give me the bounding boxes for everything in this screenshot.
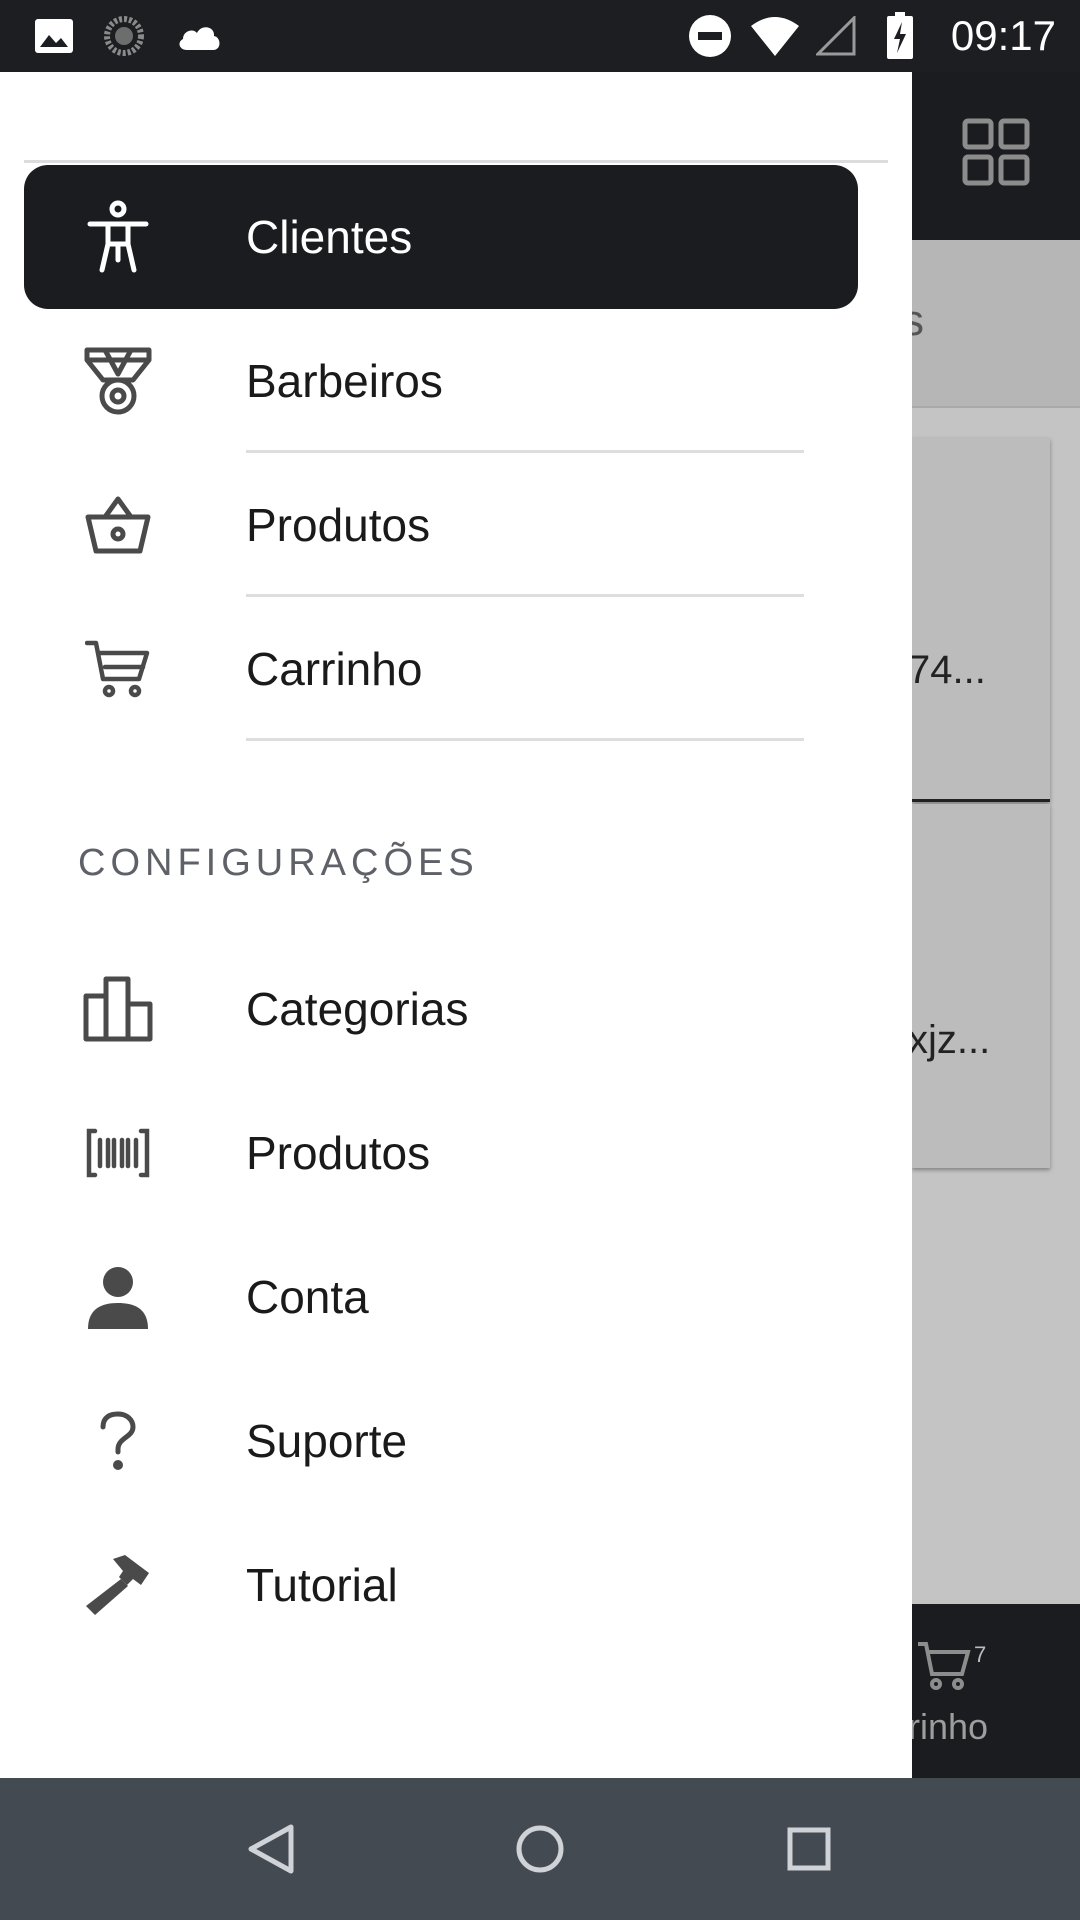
drawer-item-categorias[interactable]: Categorias <box>24 937 858 1081</box>
drawer-item-label: Tutorial <box>246 1559 398 1611</box>
tab-bar <box>912 240 1080 408</box>
drawer-item-label: Produtos <box>246 499 431 551</box>
person-icon <box>78 1261 158 1333</box>
medal-icon <box>78 345 158 417</box>
grid-view-icon[interactable] <box>962 118 1030 186</box>
drawer-item-label: Carrinho <box>246 643 423 695</box>
cart-icon[interactable] <box>916 1640 972 1692</box>
card-text: xjz... <box>908 1018 991 1062</box>
cart-badge: 7 <box>974 1642 987 1667</box>
drawer-item-suporte[interactable]: Suporte <box>24 1369 858 1513</box>
navigation-drawer: Clientes Barbeiros Produtos Carrinho CON… <box>0 72 912 1778</box>
section-header-configuracoes: CONFIGURAÇÕES <box>78 842 479 884</box>
list-card[interactable] <box>912 804 1050 1168</box>
wifi-icon <box>748 14 802 58</box>
drawer-item-label: Suporte <box>246 1415 408 1467</box>
signal-icon <box>814 14 858 58</box>
list-card[interactable] <box>912 438 1050 802</box>
hammer-icon <box>78 1549 158 1621</box>
status-bar: 09:17 <box>0 0 1080 72</box>
drawer-item-tutorial[interactable]: Tutorial <box>24 1513 858 1657</box>
drawer-item-label: Produtos <box>246 1127 431 1179</box>
home-icon[interactable] <box>497 1806 583 1892</box>
cart-icon <box>78 633 158 705</box>
drawer-item-label: Barbeiros <box>246 355 443 407</box>
battery-charging-icon <box>884 12 916 59</box>
help-icon <box>78 1405 158 1477</box>
card-text: 74... <box>908 648 986 692</box>
sync-icon <box>102 14 146 58</box>
drawer-item-barbeiros[interactable]: Barbeiros <box>24 309 858 453</box>
divider <box>24 160 888 163</box>
do-not-disturb-icon <box>688 14 732 58</box>
system-navigation-bar <box>0 1778 1080 1920</box>
barcode-icon <box>78 1117 158 1189</box>
bar-chart-icon <box>78 973 158 1045</box>
drawer-item-label: Clientes <box>246 211 413 263</box>
clock: 09:17 <box>950 12 1056 59</box>
recents-icon[interactable] <box>766 1806 852 1892</box>
drawer-item-produtos-config[interactable]: Produtos <box>24 1081 858 1225</box>
drawer-item-clientes[interactable]: Clientes <box>24 165 858 309</box>
accessibility-icon <box>78 200 158 273</box>
image-icon <box>32 14 76 58</box>
back-icon[interactable] <box>228 1806 314 1892</box>
drawer-item-produtos[interactable]: Produtos <box>24 453 858 597</box>
drawer-item-label: Categorias <box>246 983 469 1035</box>
basket-icon <box>78 489 158 561</box>
drawer-item-conta[interactable]: Conta <box>24 1225 858 1369</box>
drawer-item-label: Conta <box>246 1271 369 1323</box>
divider <box>246 738 804 741</box>
cloud-icon <box>174 14 224 58</box>
drawer-item-carrinho[interactable]: Carrinho <box>24 597 858 741</box>
